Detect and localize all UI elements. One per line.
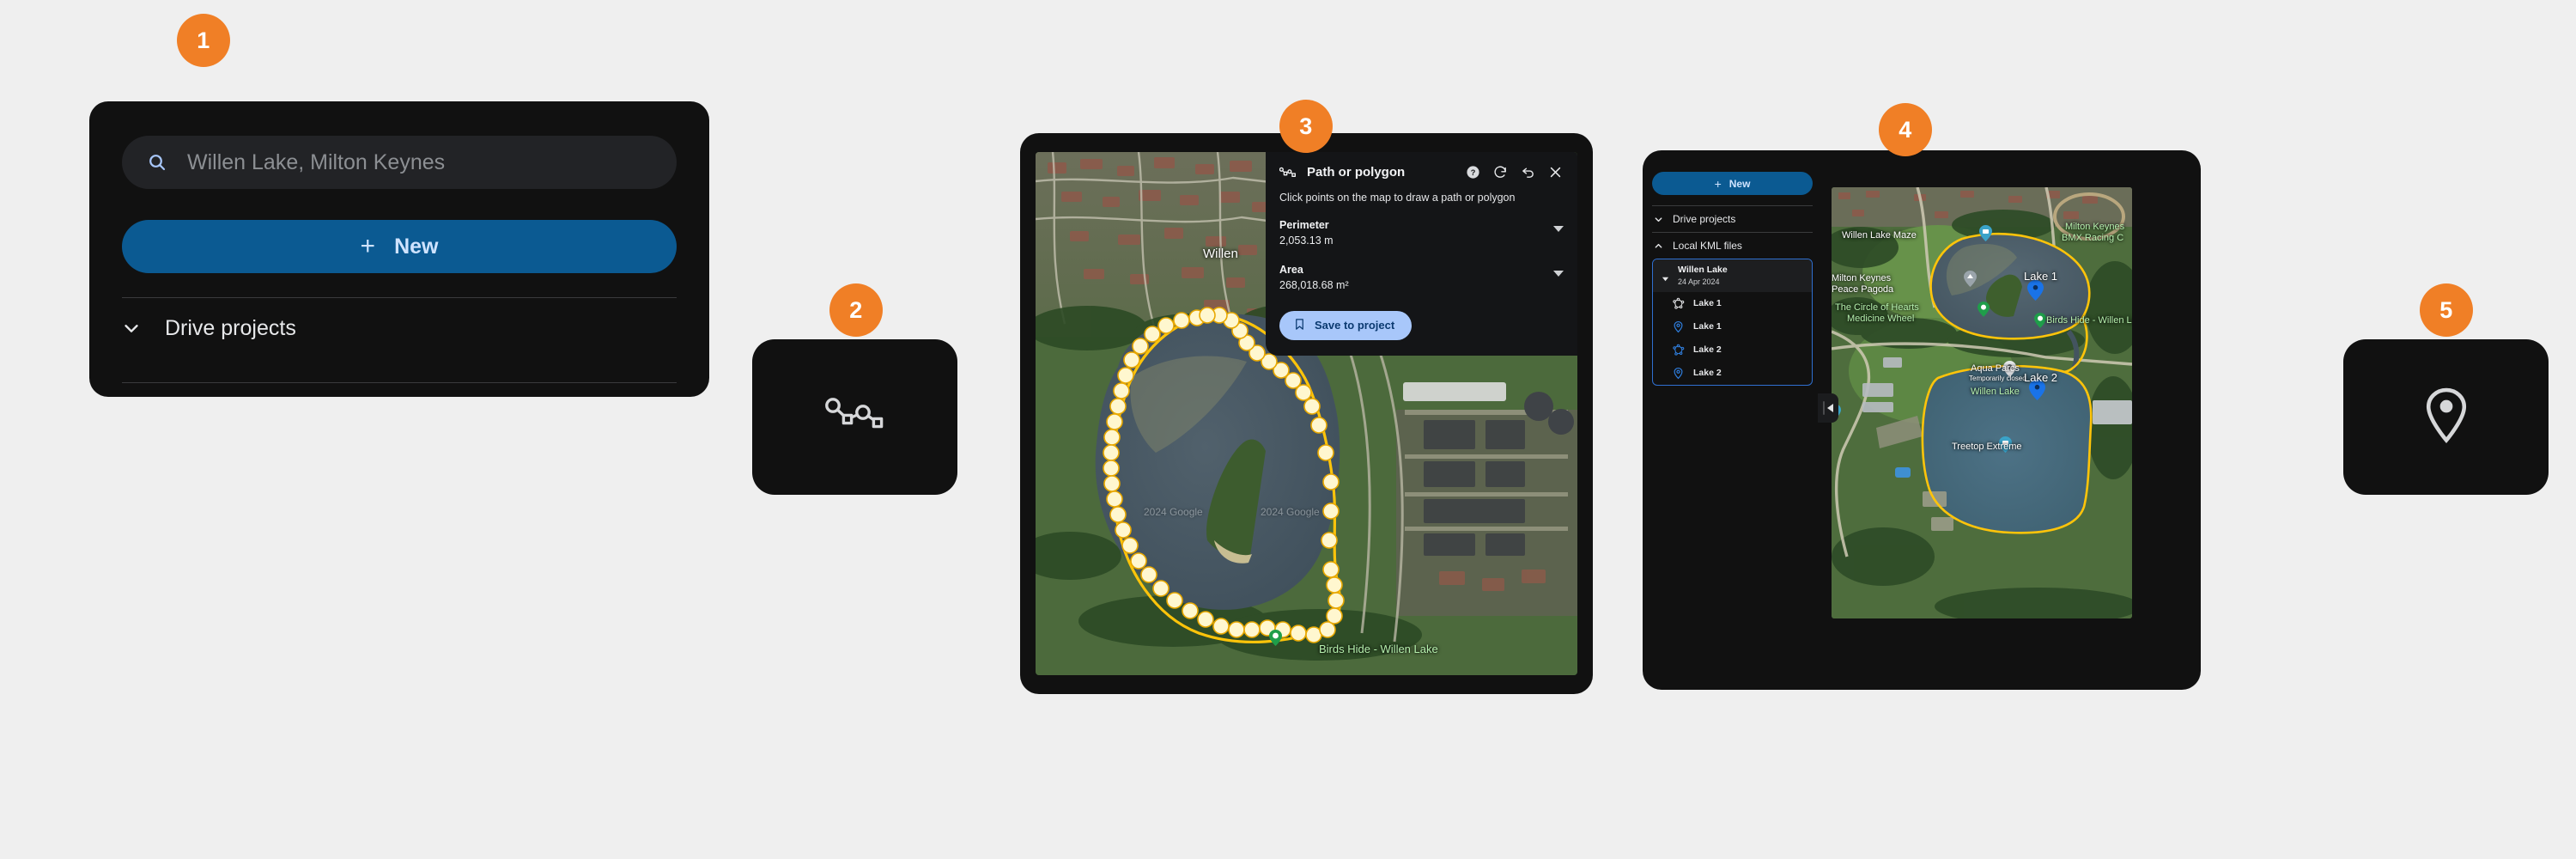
caret-down-icon[interactable] [1553,226,1564,232]
metric-value: 2,053.13 m [1279,235,1334,247]
panel-1-sidebar: Willen Lake, Milton Keynes + New Drive p… [89,101,709,397]
pagoda-pin [1964,271,1977,287]
metric-value: 268,018.68 m² [1279,279,1349,292]
panel-5-placemark-tool[interactable] [2343,339,2549,495]
metric-label: Perimeter [1279,219,1329,231]
help-icon[interactable]: ? [1465,164,1481,180]
step-badge-2: 2 [829,283,883,337]
kml-group-name: Willen Lake [1678,265,1728,275]
sidebar-section-label: Drive projects [1673,213,1736,225]
path-or-polygon-dialog: Path or polygon ? Click points on the ma… [1266,152,1577,356]
aqua-pin [2003,361,2016,377]
camera-pin [1999,436,2012,453]
tree-pin [2034,313,2046,328]
placemark-pin-icon [2424,387,2469,448]
search-input-value: Willen Lake, Milton Keynes [187,149,446,174]
metric-perimeter[interactable]: Perimeter 2,053.13 m [1279,217,1564,248]
panel-2-path-tool[interactable] [752,339,957,495]
handle-grip [1823,401,1825,415]
feature-item-lake-1-placemark[interactable]: Lake 1 [1653,315,1812,338]
sidebar-section-drive-projects[interactable]: Drive projects [1652,206,1813,232]
step-badge-5: 5 [2420,283,2473,337]
caret-down-icon[interactable] [1662,271,1669,282]
kml-group-selected: Willen Lake 24 Apr 2024 Lake 1 Lake 1 La… [1652,259,1813,386]
lake-2-placemark-pin[interactable] [2029,380,2045,400]
sidebar-section-label: Local KML files [1673,240,1742,252]
step-badge-2-number: 2 [849,296,863,323]
feature-item-lake-1-polygon[interactable]: Lake 1 [1653,292,1812,315]
metric-area[interactable]: Area 268,018.68 m² [1279,262,1564,293]
polygon-icon [1672,297,1685,310]
step-badge-3: 3 [1279,100,1333,153]
svg-text:?: ? [1471,168,1476,177]
feature-item-label: Lake 2 [1693,344,1722,356]
new-button[interactable]: + New [1652,172,1813,195]
placemark-pin-icon [1672,320,1685,333]
redo-icon[interactable] [1492,164,1509,180]
sidebar-section-label: Drive projects [165,315,296,340]
save-to-project-button[interactable]: Save to project [1279,310,1413,340]
map-canvas-panel-4[interactable]: Willen Lake Maze Milton Keynes Peace Pag… [1832,187,2132,618]
save-to-project-label: Save to project [1315,319,1395,332]
camera-pin [1979,225,1992,241]
sidebar-section-local-kml-files[interactable]: Local KML files [1652,233,1813,259]
map-canvas-panel-3[interactable]: Willen Birds Hide - Willen Lake 2024 Goo… [1036,152,1577,675]
step-badge-4-number: 4 [1899,116,1912,143]
sidebar-section-local-kml-files[interactable]: Local KML files [122,383,677,397]
plus-icon: + [360,232,376,260]
bookmark-icon [1293,318,1306,333]
new-button-label: New [394,234,439,259]
undo-icon[interactable] [1520,164,1536,180]
feature-item-lake-2-placemark[interactable]: Lake 2 [1653,362,1812,385]
path-or-polygon-icon [823,393,887,441]
feature-item-label: Lake 1 [1693,321,1722,332]
plus-icon: + [1714,176,1722,191]
step-badge-3-number: 3 [1299,113,1313,139]
tree-pin [1978,302,1990,317]
polygon-icon [1672,344,1685,356]
feature-item-label: Lake 2 [1693,368,1722,379]
chevron-up-icon [1654,241,1663,251]
dialog-hint: Click points on the map to draw a path o… [1279,192,1516,204]
sidebar-section-drive-projects[interactable]: Drive projects [122,298,677,358]
collapse-panel-handle[interactable] [1818,393,1838,423]
dialog-title: Path or polygon [1307,165,1406,180]
step-badge-4: 4 [1879,103,1932,156]
feature-item-label: Lake 1 [1693,298,1722,309]
metric-label: Area [1279,264,1303,277]
panel-4-saved-features: + New Drive projects Local KML files Wil… [1643,150,2201,690]
caret-down-icon[interactable] [1553,271,1564,277]
screenshot-stage: 1 2 3 4 5 Willen Lake, Milton Keynes + N… [0,0,2576,859]
close-icon[interactable] [1547,164,1564,180]
step-badge-1-number: 1 [197,27,210,53]
kml-group-header[interactable]: Willen Lake 24 Apr 2024 [1653,259,1812,292]
search-icon [146,151,168,174]
feature-item-lake-2-polygon[interactable]: Lake 2 [1653,338,1812,362]
panel-4-sidebar: + New Drive projects Local KML files Wil… [1643,150,1822,690]
tree-pin [1269,630,1282,646]
caret-left-icon [1827,404,1833,412]
lake-1-placemark-pin[interactable] [2027,280,2044,301]
path-or-polygon-icon [1279,164,1296,180]
placemark-pin-icon [1672,367,1685,380]
kml-group-date: 24 Apr 2024 [1678,277,1720,286]
search-input[interactable]: Willen Lake, Milton Keynes [122,136,677,189]
new-button-label: New [1728,177,1751,190]
panel-3-draw-polygon: Willen Birds Hide - Willen Lake 2024 Goo… [1020,133,1593,694]
chevron-down-icon [122,319,141,338]
chevron-down-icon [1654,215,1663,224]
step-badge-1: 1 [177,14,230,67]
step-badge-5-number: 5 [2439,296,2453,323]
new-button[interactable]: + New [122,220,677,273]
